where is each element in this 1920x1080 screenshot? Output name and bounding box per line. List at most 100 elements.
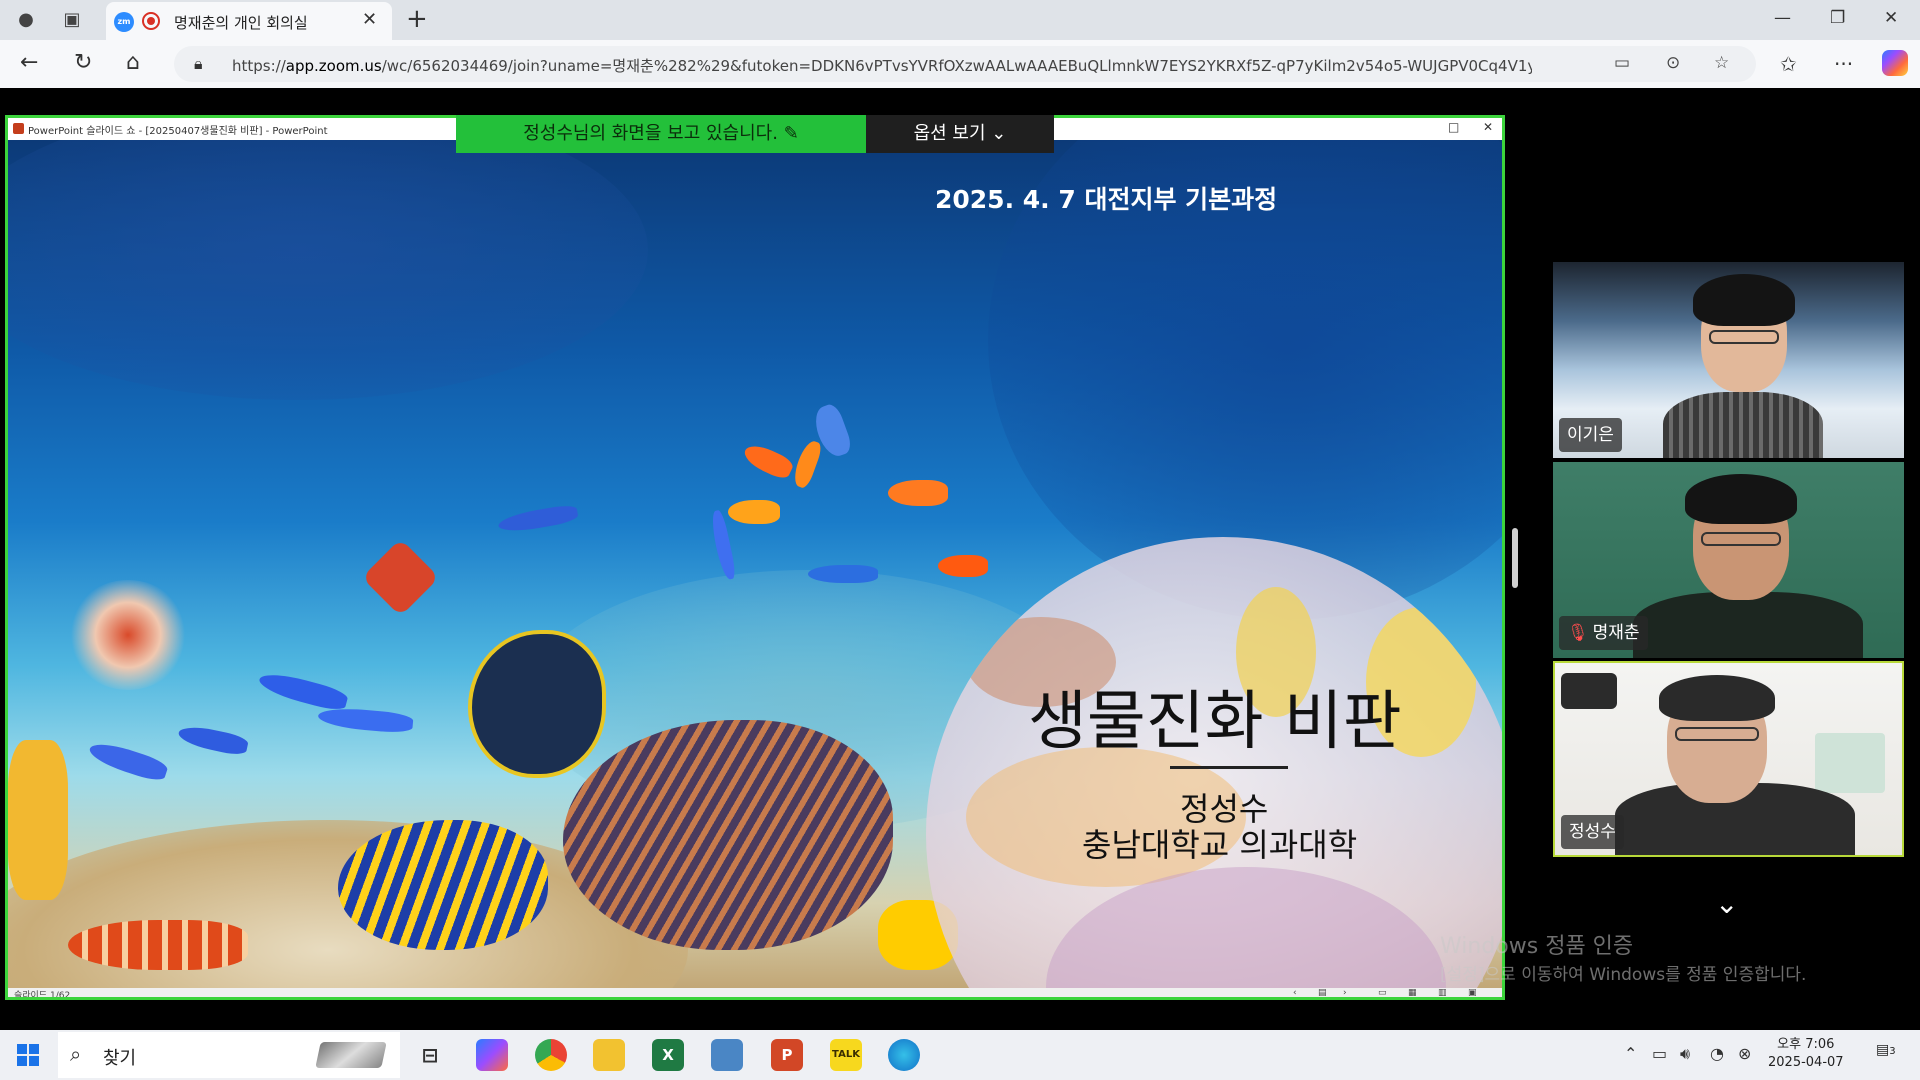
participant-video — [1709, 330, 1779, 344]
remote-desktop-icon[interactable] — [711, 1039, 743, 1071]
slide-date-line: 2025. 4. 7 대전지부 기본과정 — [935, 185, 1278, 214]
participant-tile[interactable]: 🎙︎ 명재춘 — [1553, 462, 1904, 658]
notification-count: 3 — [1889, 1046, 1896, 1057]
tab-close-icon[interactable]: ✕ — [362, 9, 377, 30]
ppt-window-title: PowerPoint 슬라이드 쇼 - [20250407생물진화 비판] - … — [28, 126, 328, 137]
fish-image — [790, 438, 824, 490]
view-options-button[interactable]: 옵션 보기 ⌄ — [866, 115, 1054, 153]
tab-actions-icon[interactable]: ▣ — [60, 8, 84, 32]
zoom-favicon-icon: zm — [114, 12, 134, 32]
url-text: https://app.zoom.us/wc/6562034469/join?u… — [232, 55, 1532, 76]
title-circle — [926, 537, 1502, 988]
task-view-icon[interactable]: ⊟ — [414, 1039, 446, 1071]
home-icon[interactable]: ⌂ — [126, 50, 140, 75]
reader-icon[interactable]: ⊙ — [1666, 53, 1680, 73]
participant-video — [1701, 532, 1781, 546]
participant-video — [1693, 274, 1795, 326]
restore-icon[interactable]: ❐ — [1830, 8, 1845, 28]
taskbar-clock[interactable]: 오후 7:06 2025-04-07 — [1768, 1036, 1844, 1072]
participant-name: 명재춘 — [1592, 623, 1640, 643]
fish-image — [176, 722, 250, 758]
browser-tab-bar: ● ▣ zm 명재춘의 개인 회의실 ✕ + — ❐ ✕ — [0, 0, 1920, 40]
lionfish-image — [68, 580, 188, 690]
battery-icon[interactable]: ▭ — [1652, 1044, 1667, 1063]
notification-center-icon[interactable]: ▤3 — [1876, 1042, 1902, 1066]
participant-tile[interactable]: 이기은 — [1553, 262, 1904, 458]
profile-icon[interactable]: ● — [14, 8, 38, 32]
participant-name: 이기은 — [1559, 418, 1622, 452]
tab-zoom-meeting[interactable]: zm 명재춘의 개인 회의실 ✕ — [106, 2, 392, 40]
window-close-icon[interactable]: ✕ — [1884, 8, 1898, 28]
url-prefix: https:// — [232, 57, 286, 75]
chevron-down-icon: ⌄ — [991, 123, 1007, 144]
fish-image — [740, 440, 796, 482]
powerpoint-icon[interactable]: P — [771, 1039, 803, 1071]
minimize-icon[interactable]: — — [1774, 8, 1791, 28]
new-tab-icon[interactable]: + — [406, 4, 428, 34]
ppt-statusbar: 슬라이드 1/62 ‹ ▤ › ▭ ▦ ▥ ▣ — [8, 988, 1502, 998]
fish-image — [468, 630, 606, 778]
slide-affiliation: 충남대학교 의과대학 — [1082, 826, 1358, 864]
shelf-decor-image — [1815, 733, 1885, 793]
participant-video — [1663, 392, 1823, 458]
participant-name: 정성수 — [1561, 815, 1624, 849]
fish-image — [68, 920, 248, 970]
windows-start-icon[interactable] — [17, 1044, 39, 1066]
ppt-close-icon: ✕ — [1483, 120, 1494, 134]
search-label: 찾기 — [103, 1048, 137, 1069]
refresh-icon[interactable]: ↻ — [74, 50, 92, 75]
taskbar: ⌕ 찾기 ⊟ X P TALK ⌃ ▭ 🔊︎ ◔ ⊗ 오후 7:06 2025-… — [0, 1030, 1920, 1080]
fish-image — [317, 705, 414, 735]
ppt-next-icon: › — [1343, 988, 1347, 998]
participant-video — [1659, 675, 1775, 721]
ppt-normal-view-icon: ▭ — [1378, 988, 1387, 998]
file-explorer-icon[interactable] — [593, 1039, 625, 1071]
camera-decor-image — [1561, 673, 1617, 709]
more-menu-icon[interactable]: ··· — [1834, 52, 1853, 76]
close-circle-icon[interactable]: ⊗ — [1738, 1044, 1751, 1063]
camera-permission-icon[interactable]: ▭ — [1614, 53, 1630, 73]
chrome-icon[interactable] — [535, 1039, 567, 1071]
favorites-icon[interactable]: ✩ — [1780, 52, 1797, 76]
favorite-star-icon[interactable]: ☆ — [1714, 53, 1729, 73]
activation-watermark-hint: [설정]으로 이동하여 Windows를 정품 인증합니다. — [1440, 965, 1807, 985]
activation-watermark: Windows 정품 인증 — [1440, 934, 1634, 959]
volume-icon[interactable]: 🔊︎ — [1680, 1044, 1690, 1064]
back-icon[interactable]: ← — [20, 50, 38, 75]
ppt-menu-icon: ▤ — [1318, 988, 1327, 998]
starfish-image — [361, 538, 440, 617]
fish-image — [808, 565, 878, 583]
tab-title: 명재춘의 개인 회의실 — [174, 14, 308, 32]
search-icon: ⌕ — [70, 1042, 82, 1066]
ppt-reading-view-icon: ▥ — [1438, 988, 1447, 998]
edge-icon[interactable] — [888, 1039, 920, 1071]
copilot-icon[interactable] — [1882, 50, 1908, 76]
address-bar-row: ← ↻ ⌂ 🔒︎ https://app.zoom.us/wc/65620344… — [0, 40, 1920, 88]
chevron-down-icon[interactable]: ⌄ — [1715, 887, 1738, 920]
network-icon[interactable]: ◔ — [1710, 1044, 1724, 1063]
recording-icon — [142, 12, 160, 30]
slide-background-rock — [8, 140, 648, 400]
url-field[interactable]: 🔒︎ https://app.zoom.us/wc/6562034469/joi… — [174, 46, 1756, 82]
slide-divider — [1170, 766, 1288, 769]
participant-tile-active[interactable]: 정성수 — [1553, 661, 1904, 857]
fish-image — [938, 555, 988, 577]
fish-image — [708, 509, 738, 581]
url-host: app.zoom.us — [285, 57, 382, 75]
excel-icon[interactable]: X — [652, 1039, 684, 1071]
angelfish-image — [338, 820, 548, 950]
url-path: /wc/6562034469/join?uname=명재춘%282%29&fut… — [381, 57, 1532, 75]
site-info-icon[interactable]: 🔒︎ — [194, 54, 203, 74]
tray-overflow-icon[interactable]: ⌃ — [1624, 1044, 1637, 1063]
clock-time: 오후 7:06 — [1777, 1037, 1835, 1052]
pen-icon: ✎ — [783, 123, 799, 144]
ppt-sorter-view-icon: ▦ — [1408, 988, 1417, 998]
ppt-slideshow-view-icon: ▣ — [1468, 988, 1477, 998]
ppt-prev-icon: ‹ — [1293, 988, 1297, 998]
sharing-banner: 정성수님의 화면을 보고 있습니다. ✎ — [456, 115, 866, 153]
copilot-icon[interactable] — [476, 1039, 508, 1071]
kakaotalk-icon[interactable]: TALK — [830, 1039, 862, 1071]
taskbar-search[interactable]: ⌕ 찾기 — [58, 1032, 400, 1078]
gallery-resize-handle[interactable] — [1512, 528, 1518, 588]
news-widget-icon[interactable] — [315, 1042, 387, 1068]
